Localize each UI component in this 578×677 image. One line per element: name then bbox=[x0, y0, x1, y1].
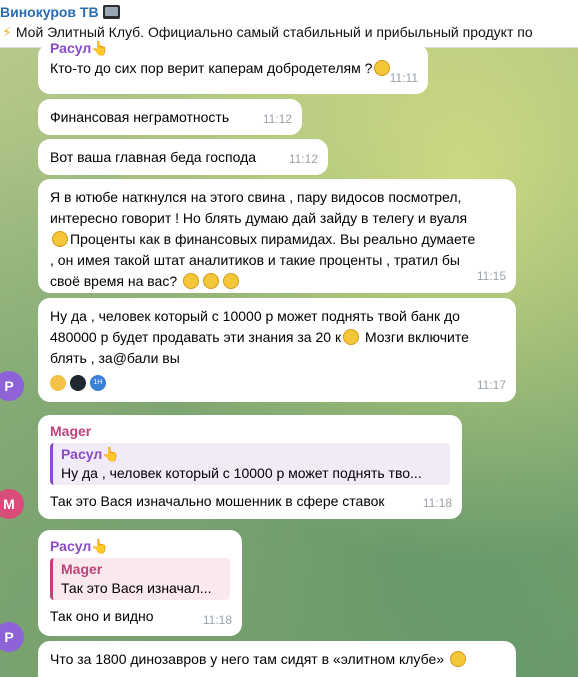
reply-text: Так это Вася изначал... bbox=[61, 580, 212, 596]
message-bubble[interactable]: Mager Расул👆 Ну да , человек который с 1… bbox=[38, 415, 462, 519]
grin-emoji-icon bbox=[52, 231, 68, 247]
reply-quote[interactable]: Расул👆 Ну да , человек который с 10000 р… bbox=[50, 443, 450, 485]
reactions[interactable]: 1H bbox=[48, 373, 108, 395]
message-time: 11:11 bbox=[389, 71, 418, 85]
message-time: 11:18 bbox=[202, 613, 232, 627]
sender-name[interactable]: Расул👆 bbox=[50, 536, 230, 556]
hand-icon: 👆 bbox=[91, 40, 109, 56]
grin-emoji-icon bbox=[343, 329, 360, 345]
chat-title-text: Винокуров ТВ bbox=[0, 4, 99, 20]
message-bubble[interactable]: Что за 1800 динозавров у него там сидят … bbox=[38, 641, 516, 677]
wink-emoji-icon bbox=[449, 651, 466, 667]
message-text: Кто-то до сих пор верит каперам добродет… bbox=[50, 58, 416, 78]
sender-name-text: Расул bbox=[50, 538, 92, 554]
user-reaction-avatar[interactable] bbox=[67, 373, 88, 393]
message-text-line: интересно говорит ! Но блять думаю дай з… bbox=[50, 210, 468, 226]
message-text-line: Проценты как в финансовых пирамидах. Вы … bbox=[50, 229, 504, 250]
message-text-line: Ну да , человек который с 10000 р может … bbox=[50, 308, 460, 324]
message-text-line: 480000 р будет продавать эти знания за 2… bbox=[50, 329, 469, 345]
lightning-icon: ⚡ bbox=[2, 24, 12, 40]
reply-sender: Mager bbox=[61, 561, 103, 577]
thumbs-up-reaction-icon[interactable] bbox=[48, 373, 68, 393]
message-time: 11:12 bbox=[288, 152, 318, 166]
message-bubble[interactable]: Расул👆 Mager Так это Вася изначал... Так… bbox=[38, 530, 242, 636]
message-bubble[interactable]: Вот ваша главная беда господа 11:12 bbox=[38, 139, 328, 175]
message-bubble[interactable]: Финансовая неграмотность 11:12 bbox=[38, 99, 302, 135]
sender-name-text: Расул bbox=[50, 40, 92, 56]
message-text-line: своё время на вас? bbox=[50, 271, 504, 292]
rofl-emoji-icon bbox=[183, 273, 199, 289]
rofl-emoji-icon bbox=[203, 273, 219, 289]
message-time: 11:18 bbox=[422, 496, 452, 510]
message-bubble[interactable]: Расул👆 Кто-то до сих пор верит каперам д… bbox=[38, 40, 428, 94]
reply-sender: Расул👆 bbox=[61, 446, 120, 462]
message-bubble[interactable]: Я в ютюбе наткнулся на этого свина , пар… bbox=[38, 179, 516, 293]
message-text: Что за 1800 динозавров у него там сидят … bbox=[50, 649, 504, 669]
reply-text: Ну да , человек который с 10000 р может … bbox=[61, 465, 422, 481]
message-time: 11:17 bbox=[476, 378, 506, 392]
message-time: 11:12 bbox=[262, 112, 292, 126]
message-bubble[interactable]: Ну да , человек который с 10000 р может … bbox=[38, 298, 516, 402]
sender-name[interactable]: Mager bbox=[50, 421, 450, 441]
rofl-emoji-icon bbox=[223, 273, 239, 289]
hand-icon: 👆 bbox=[102, 446, 120, 462]
reply-quote[interactable]: Mager Так это Вася изначал... bbox=[50, 558, 230, 600]
message-time: 11:15 bbox=[476, 269, 506, 283]
laughing-emoji-icon bbox=[374, 60, 391, 76]
user-reaction-avatar[interactable]: 1H bbox=[87, 373, 108, 393]
tv-icon bbox=[102, 5, 120, 19]
message-text: Так это Вася изначально мошенник в сфере… bbox=[50, 493, 385, 509]
message-text-line: Я в ютюбе наткнулся на этого свина , пар… bbox=[50, 189, 462, 205]
message-text: Финансовая неграмотность bbox=[50, 109, 230, 125]
hand-icon: 👆 bbox=[91, 538, 109, 554]
message-text: Вот ваша главная беда господа bbox=[50, 149, 257, 165]
message-text-line: , он имея такой штат аналитиков и такие … bbox=[50, 252, 460, 268]
message-text-line: блять , за@бали вы bbox=[50, 350, 180, 366]
chat-title[interactable]: Винокуров ТВ bbox=[0, 4, 120, 20]
sender-name[interactable]: Расул👆 bbox=[50, 38, 416, 58]
